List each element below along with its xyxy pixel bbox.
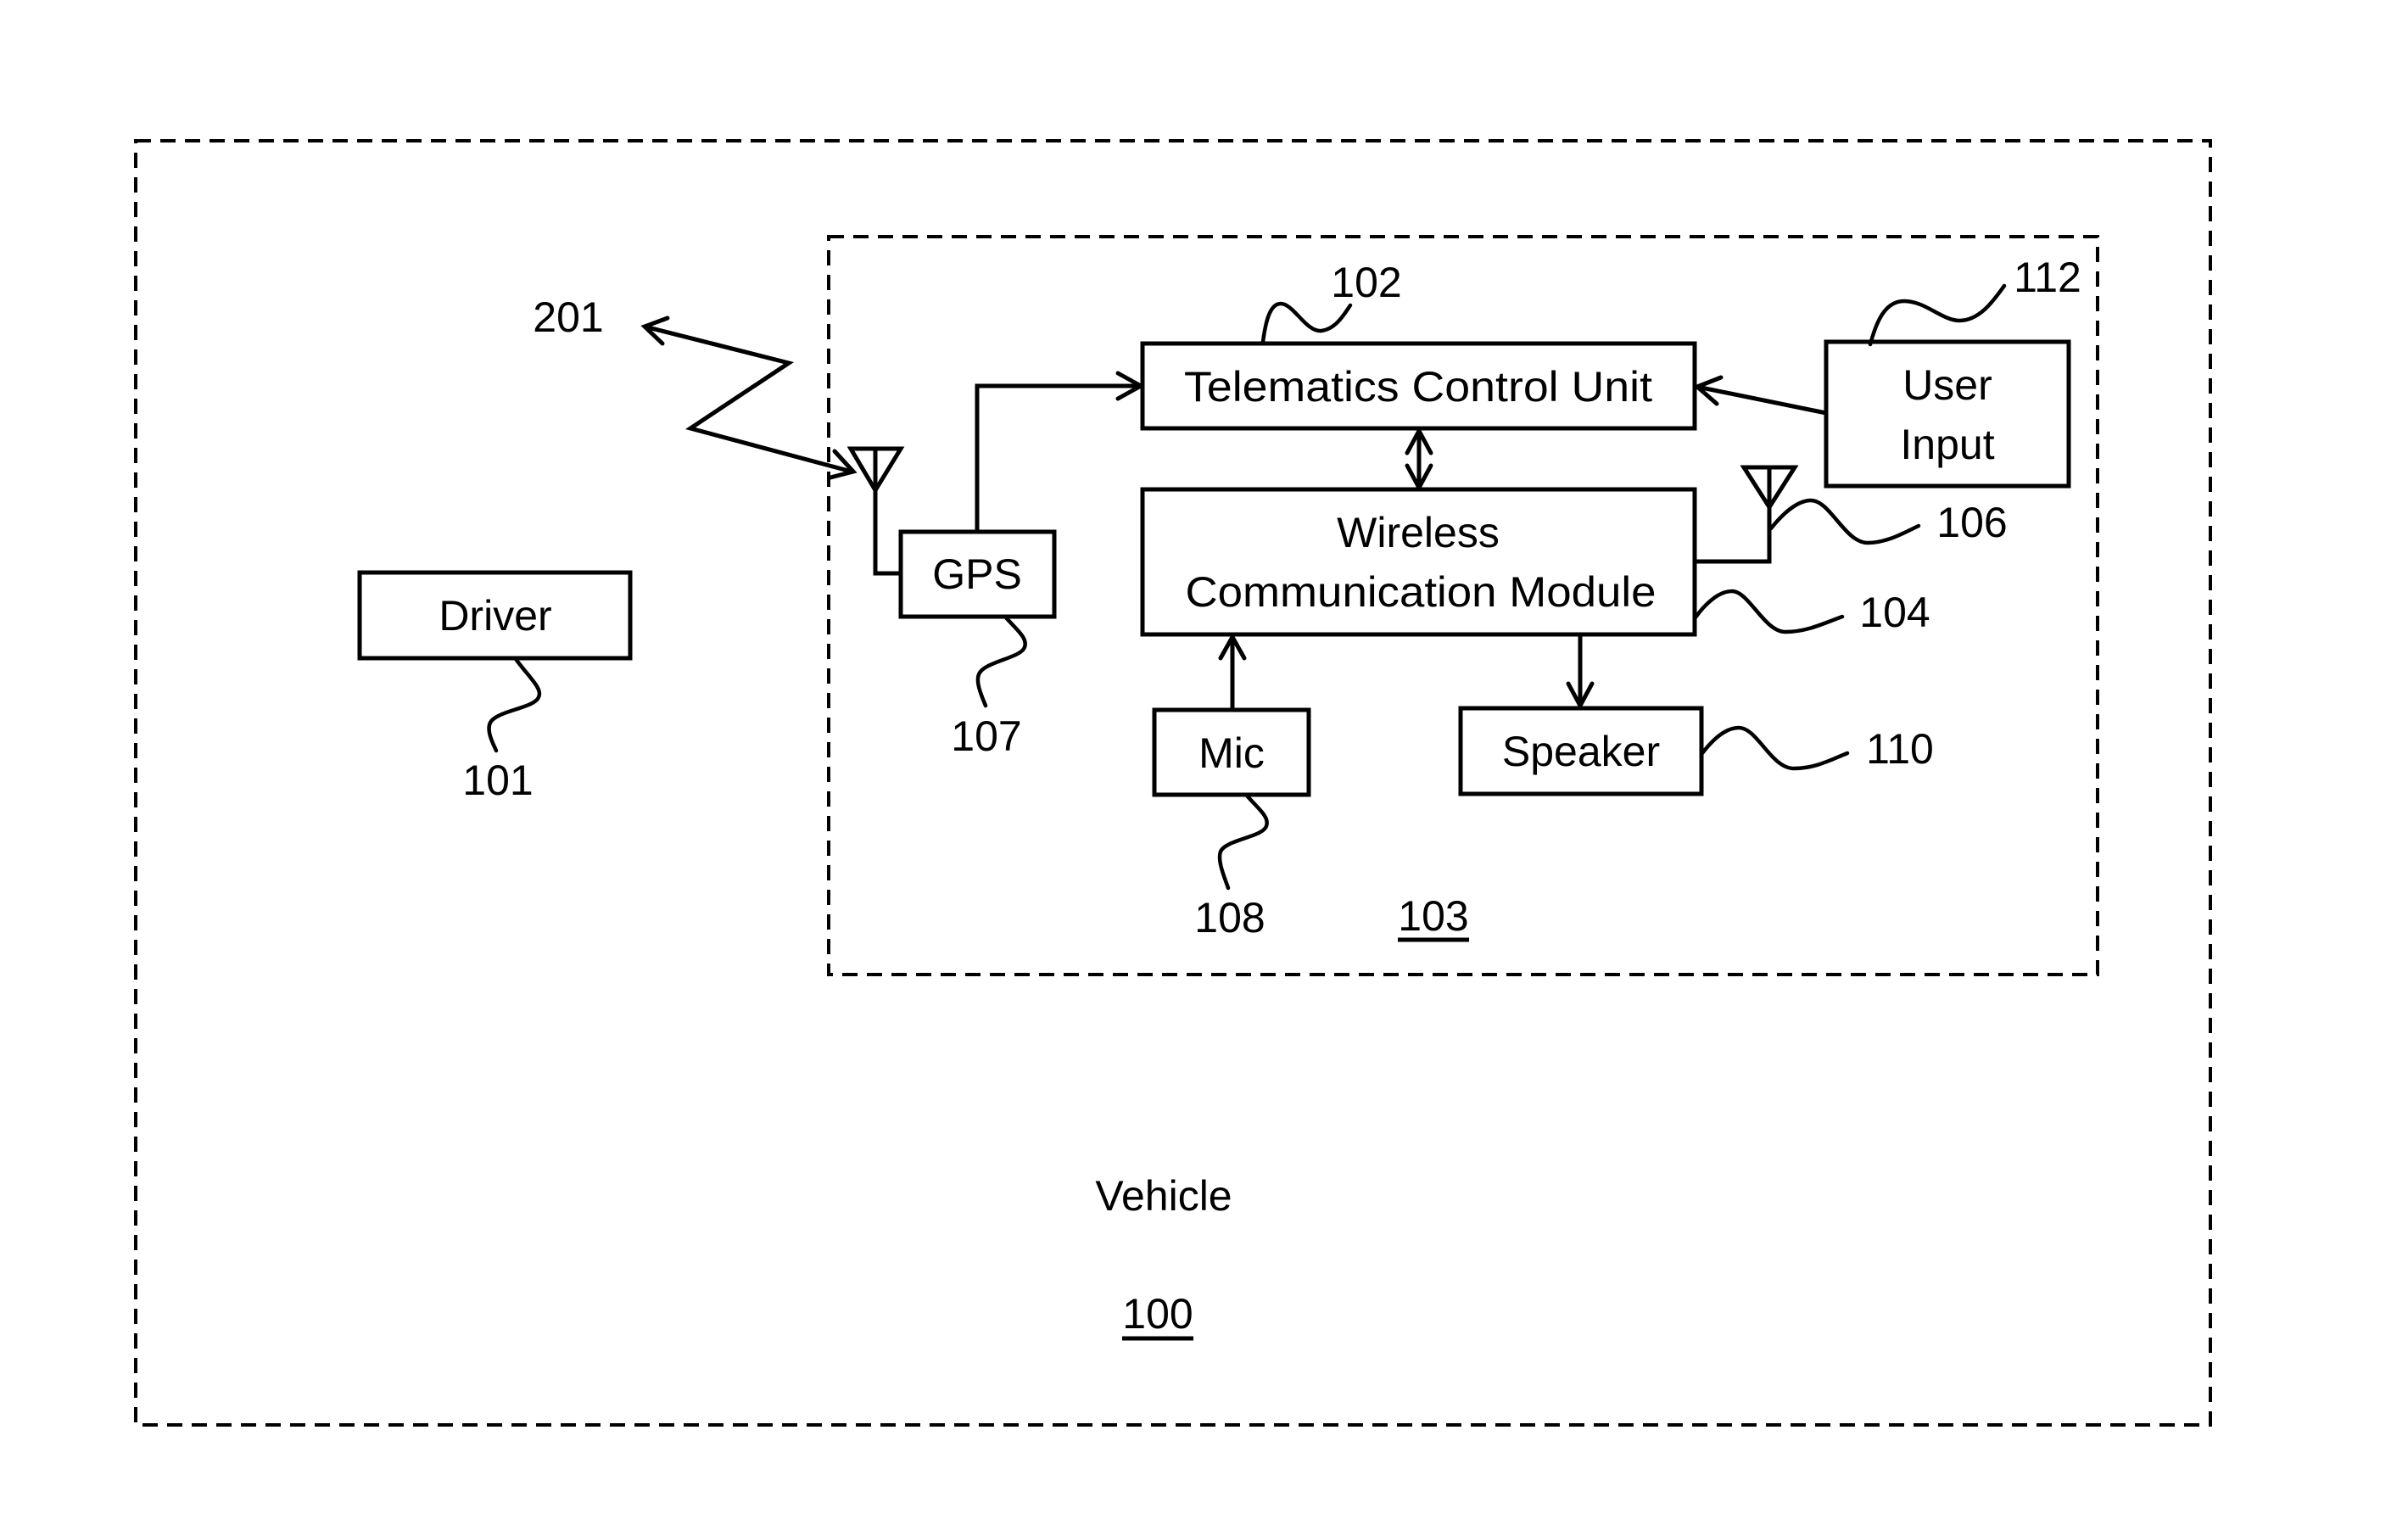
wcm-antenna-leader-line — [1768, 498, 1921, 545]
wcm-antenna-feed-line — [1695, 507, 1772, 564]
driver-label: Driver — [439, 592, 551, 640]
telematics-system-diagram: Vehicle 100 103 Driver 101 201 GPS 107 T… — [134, 139, 2212, 1427]
user-input-leader-line — [1868, 283, 2007, 347]
wcm-antenna-ref-number: 106 — [1936, 499, 2007, 546]
gps-to-tcu-line — [975, 383, 1141, 532]
wcm-label-line-1: Wireless — [1337, 509, 1500, 556]
user-input-label-line-1: User — [1902, 361, 1992, 409]
wcm-leader-line — [1693, 589, 1845, 634]
speaker-ref-number: 110 — [1866, 725, 1934, 773]
mic-label: Mic — [1198, 729, 1265, 777]
wireless-link-ref-number: 201 — [533, 293, 603, 341]
gps-leader-line — [975, 614, 1027, 708]
wireless-link-signal: 201 — [533, 293, 858, 480]
wcm-to-speaker-connector — [1566, 635, 1595, 711]
wcm-ref-number: 104 — [1859, 589, 1930, 636]
user-input-ref-number: 112 — [2014, 254, 2081, 301]
wcm-block: Wireless Communication Module 104 — [1140, 487, 1930, 637]
telematics-system-ref-number: 103 — [1398, 892, 1468, 940]
speaker-block: Speaker 110 — [1458, 706, 1934, 796]
wcm-label-line-2: Communication Module — [1186, 568, 1657, 616]
mic-ref-number: 108 — [1194, 894, 1265, 941]
mic-block: Mic 108 — [1152, 707, 1311, 941]
gps-antenna — [846, 446, 905, 576]
user-input-block: User Input 112 — [1824, 254, 2081, 489]
tcu-leader-line — [1260, 301, 1353, 344]
mic-leader-line — [1217, 793, 1269, 891]
mic-to-wcm-connector — [1218, 632, 1247, 710]
vehicle-ref-number: 100 — [1122, 1290, 1193, 1338]
gps-antenna-feed-line — [873, 490, 901, 576]
user-input-to-tcu-line — [1696, 384, 1827, 416]
speaker-label: Speaker — [1502, 728, 1660, 775]
tcu-block: Telematics Control Unit 102 — [1140, 259, 1697, 431]
gps-ref-number: 107 — [951, 712, 1021, 760]
tcu-wcm-connector — [1405, 426, 1433, 493]
user-input-to-tcu-connector — [1693, 375, 1827, 416]
wireless-link-arrowhead-right — [828, 449, 858, 480]
vehicle-label: Vehicle — [1095, 1172, 1232, 1220]
gps-block: GPS 107 — [898, 529, 1057, 760]
tcu-label: Telematics Control Unit — [1184, 363, 1652, 411]
driver-leader-line — [487, 656, 542, 753]
user-input-label-line-2: Input — [1900, 421, 1994, 468]
wireless-link-zigzag — [644, 324, 852, 474]
gps-to-tcu-connector — [975, 371, 1146, 532]
gps-label: GPS — [932, 550, 1022, 598]
speaker-leader-line — [1700, 725, 1850, 771]
driver-ref-number: 101 — [462, 757, 533, 804]
driver-block: Driver 101 — [357, 570, 633, 804]
tcu-ref-number: 102 — [1331, 259, 1401, 306]
